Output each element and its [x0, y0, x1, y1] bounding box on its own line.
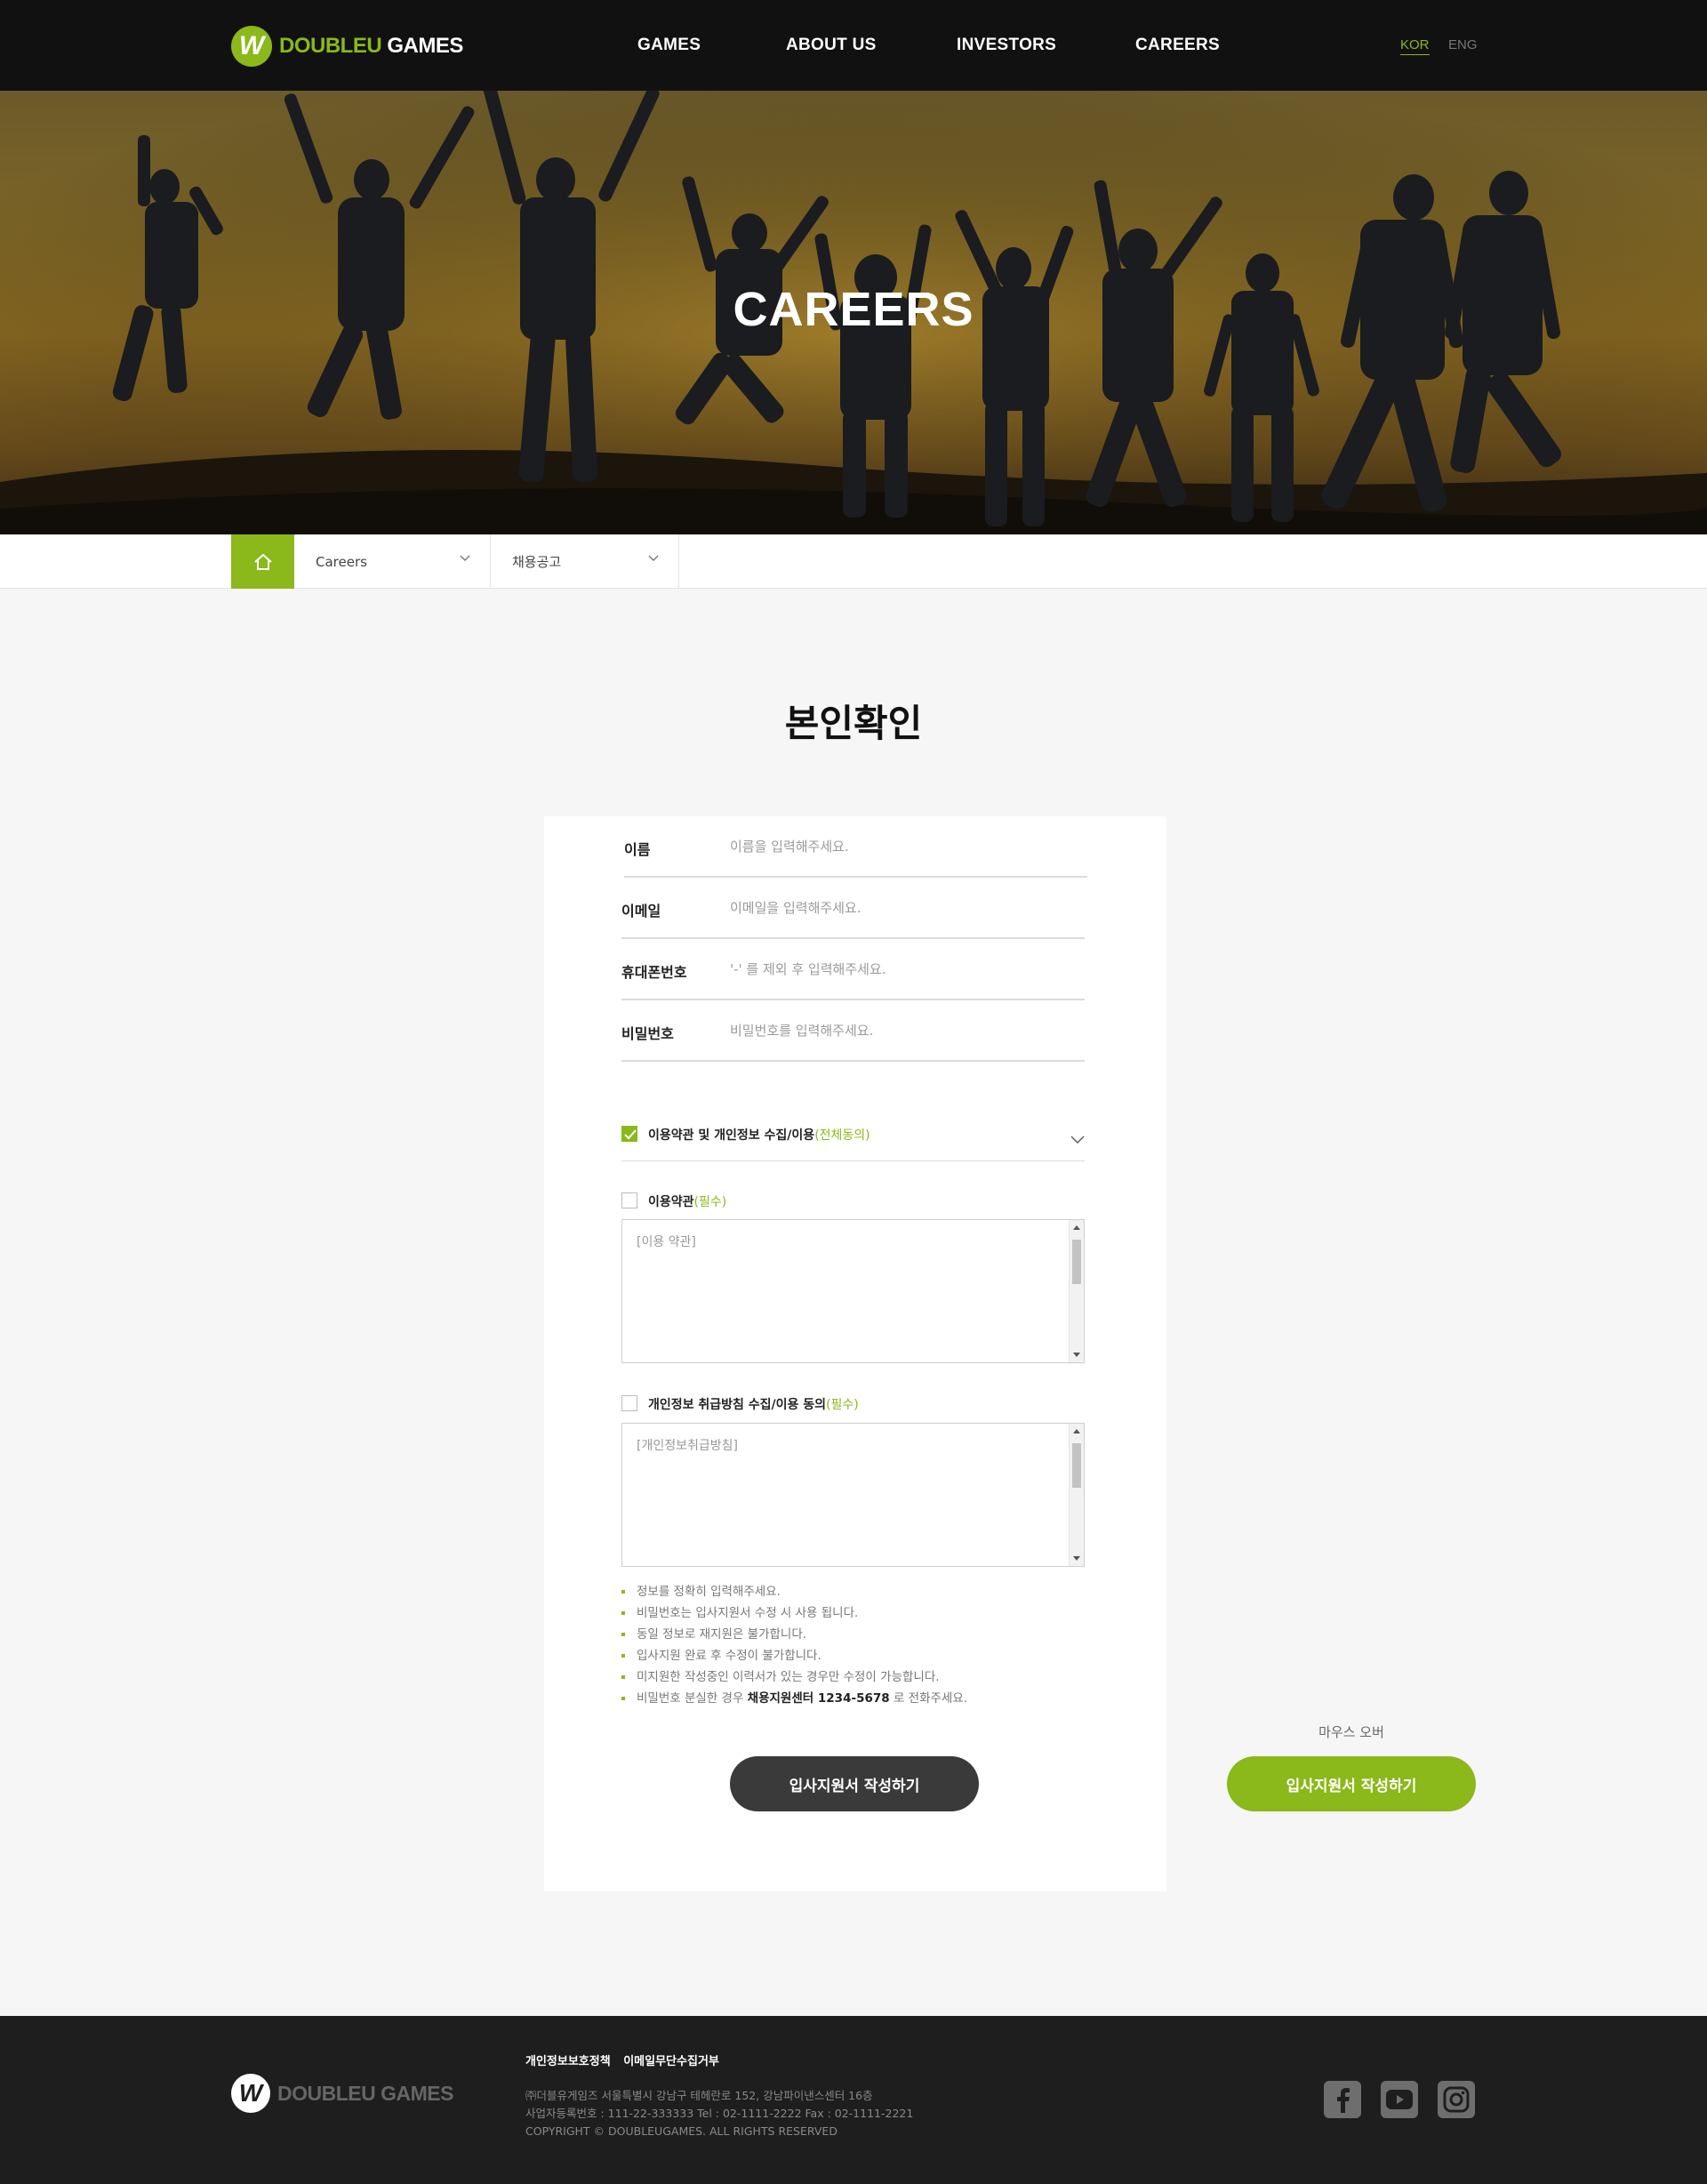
- youtube-icon[interactable]: [1381, 2081, 1418, 2118]
- chevron-down-icon: [648, 555, 659, 561]
- check-icon: [624, 1129, 637, 1140]
- password-label: 비밀번호: [621, 1025, 674, 1042]
- agree-all-label: 이용약관 및 개인정보 수집/이용: [648, 1128, 815, 1143]
- notice-item: 동일 정보로 재지원은 불가합니다.: [621, 1624, 1102, 1645]
- name-field: 이름: [624, 816, 1087, 878]
- privacy-policy-link[interactable]: 개인정보보호정책: [525, 2055, 611, 2068]
- notice-item: 비밀번호는 입사지원서 수정 시 사용 됩니다.: [621, 1602, 1102, 1624]
- hero-banner: CAREERS: [0, 91, 1707, 534]
- company-registration: 사업자등록번호 : 111-22-333333 Tel : 02-1111-22…: [525, 2107, 914, 2120]
- email-input[interactable]: [730, 890, 1081, 926]
- breadcrumb-page-label: 채용공고: [512, 554, 562, 570]
- name-label: 이름: [624, 841, 651, 858]
- phone-label: 휴대폰번호: [621, 964, 687, 981]
- notice-item-contact: 비밀번호 분실한 경우 채용지원센터 1234-5678 로 전화주세요.: [621, 1688, 1102, 1709]
- nav-investors[interactable]: INVESTORS: [957, 36, 1056, 55]
- lang-eng[interactable]: ENG: [1448, 37, 1478, 52]
- password-field: 비밀번호: [621, 1000, 1085, 1062]
- verification-form-card: 이름 이메일 휴대폰번호 비밀번호 이용약관 및 개인정보 수집/이용(전체동의…: [544, 816, 1166, 1891]
- home-icon: [253, 553, 272, 570]
- apply-button[interactable]: 입사지원서 작성하기: [730, 1756, 979, 1811]
- name-input[interactable]: [730, 829, 1081, 864]
- facebook-icon[interactable]: [1324, 2081, 1361, 2118]
- privacy-scrollbar[interactable]: [1069, 1424, 1084, 1566]
- copyright: COPYRIGHT © DOUBLEUGAMES. ALL RIGHTS RES…: [525, 2124, 837, 2138]
- privacy-checkbox[interactable]: [621, 1395, 637, 1411]
- terms-checkbox[interactable]: [621, 1192, 637, 1208]
- footer-links: 개인정보보호정책 이메일무단수집거부: [525, 2052, 728, 2068]
- agree-all-row: 이용약관 및 개인정보 수집/이용(전체동의): [621, 1117, 1085, 1161]
- home-button[interactable]: [231, 534, 294, 589]
- breadcrumb-section-label: Careers: [316, 553, 367, 570]
- notice-item: 정보를 정확히 입력해주세요.: [621, 1581, 1102, 1602]
- breadcrumb-select-page[interactable]: 채용공고: [491, 534, 679, 589]
- page-title: 본인확인: [784, 702, 923, 745]
- password-input[interactable]: [730, 1013, 1081, 1048]
- privacy-required: (필수): [826, 1398, 859, 1412]
- notice-item: 입사지원 완료 후 수정이 불가합니다.: [621, 1645, 1102, 1666]
- notice-list: 정보를 정확히 입력해주세요. 비밀번호는 입사지원서 수정 시 사용 됩니다.…: [621, 1581, 1102, 1709]
- privacy-content: [개인정보취급방침]: [637, 1439, 738, 1453]
- site-footer: W DOUBLEU GAMES 개인정보보호정책 이메일무단수집거부 ㈜더블유게…: [0, 2016, 1707, 2184]
- terms-required: (필수): [693, 1195, 727, 1209]
- privacy-textarea[interactable]: [개인정보취급방침]: [621, 1423, 1085, 1567]
- hero-title: CAREERS: [733, 283, 974, 336]
- footer-logo-w-icon: W: [231, 2074, 270, 2113]
- lang-kor[interactable]: KOR: [1400, 37, 1430, 55]
- terms-content: [이용 약관]: [637, 1235, 696, 1249]
- breadcrumb: Careers 채용공고: [0, 534, 1707, 589]
- phone-input[interactable]: [730, 951, 1081, 987]
- email-refusal-link[interactable]: 이메일무단수집거부: [623, 2055, 719, 2068]
- footer-logo[interactable]: W DOUBLEU GAMES: [231, 2074, 453, 2113]
- company-address: ㈜더블유게임즈 서울특별시 강남구 테헤란로 152, 강남파이낸스센터 16층: [525, 2089, 873, 2102]
- email-label: 이메일: [621, 903, 661, 919]
- nav-games[interactable]: GAMES: [637, 36, 701, 55]
- terms-scrollbar[interactable]: [1069, 1220, 1084, 1362]
- email-field: 이메일: [621, 878, 1085, 939]
- terms-textarea[interactable]: [이용 약관]: [621, 1219, 1085, 1363]
- nav-about-us[interactable]: ABOUT US: [786, 36, 877, 55]
- company-info: ㈜더블유게임즈 서울특별시 강남구 테헤란로 152, 강남파이낸스센터 16층…: [525, 2087, 913, 2140]
- hover-caption: 마우스 오버: [1318, 1724, 1384, 1740]
- agree-all-checkbox[interactable]: [621, 1126, 637, 1142]
- apply-button-hover-state[interactable]: 입사지원서 작성하기: [1227, 1756, 1476, 1811]
- agree-all-suffix: (전체동의): [814, 1128, 870, 1143]
- nav-careers[interactable]: CAREERS: [1135, 36, 1220, 55]
- privacy-label: 개인정보 취급방침 수집/이용 동의: [648, 1398, 827, 1412]
- breadcrumb-select-section[interactable]: Careers: [294, 534, 491, 589]
- support-center-contact: 채용지원센터 1234-5678: [747, 1691, 890, 1706]
- chevron-down-icon: [460, 555, 470, 561]
- instagram-icon[interactable]: [1438, 2081, 1475, 2118]
- terms-label: 이용약관: [648, 1195, 694, 1209]
- expand-chevron-icon[interactable]: [1070, 1136, 1085, 1144]
- site-header: W DOUBLEU GAMES GAMES ABOUT US INVESTORS…: [0, 0, 1707, 91]
- phone-field: 휴대폰번호: [621, 939, 1085, 1000]
- notice-item: 미지원한 작성중인 이력서가 있는 경우만 수정이 가능합니다.: [621, 1666, 1102, 1688]
